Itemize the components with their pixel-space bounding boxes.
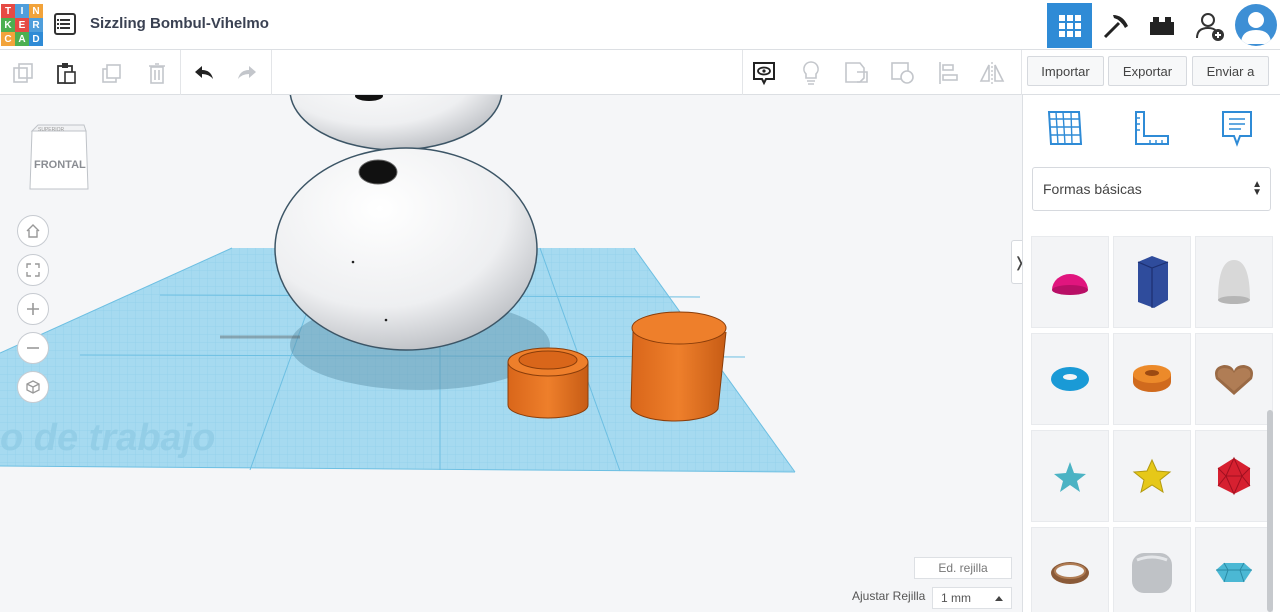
mirror-icon[interactable]	[977, 58, 1007, 88]
shape-tile-tube[interactable]	[1113, 333, 1191, 425]
shape-tile-polygon[interactable]	[1113, 236, 1191, 328]
delete-icon[interactable]	[142, 58, 172, 88]
shape-tile-paraboloid[interactable]	[1195, 236, 1273, 328]
ungroup-icon[interactable]	[888, 58, 918, 88]
logo-letter: C	[1, 32, 15, 46]
design-title[interactable]: Sizzling Bombul-Vihelmo	[90, 15, 269, 32]
orange-cylinder[interactable]	[630, 311, 727, 422]
logo-letter: E	[15, 18, 29, 32]
orange-tube[interactable]	[507, 347, 589, 419]
edit-toolbar: Importar Exportar Enviar a	[0, 50, 1280, 95]
logo-letter: T	[1, 4, 15, 18]
edit-grid-button[interactable]: Ed. rejilla	[914, 557, 1012, 579]
shape-category-value: Formas básicas	[1043, 181, 1142, 197]
notes-panel-icon[interactable]	[1212, 105, 1262, 151]
user-avatar[interactable]	[1235, 4, 1277, 46]
export-button[interactable]: Exportar	[1108, 56, 1187, 86]
shape-tile-icosahedron[interactable]	[1195, 430, 1273, 522]
send-to-button[interactable]: Enviar a	[1192, 56, 1269, 86]
brick-icon[interactable]	[1139, 3, 1184, 48]
svg-text:SUPERIOR: SUPERIOR	[38, 127, 65, 133]
shape-tile-half-sphere[interactable]	[1031, 236, 1109, 328]
snowman-lower-ball	[274, 147, 538, 351]
designs-list-icon[interactable]	[54, 13, 76, 35]
snap-grid-label: Ajustar Rejilla	[852, 589, 926, 603]
ruler-icon[interactable]	[1125, 105, 1175, 151]
workplane-canvas[interactable]: o de trabajo SUPERIOR FRONTAL Ed. rejill…	[0, 95, 1022, 612]
svg-text:FRONTAL: FRONTAL	[34, 159, 86, 171]
panel-scrollbar[interactable]	[1267, 410, 1273, 612]
undo-icon[interactable]	[189, 58, 219, 88]
paste-icon[interactable]	[51, 58, 81, 88]
shape-tile-diamond[interactable]	[1195, 527, 1273, 612]
caret-up-icon	[995, 596, 1003, 601]
workplane-watermark: o de trabajo	[0, 417, 215, 459]
redo-icon[interactable]	[232, 58, 262, 88]
shape-tile-heart[interactable]	[1195, 333, 1273, 425]
top-header: TINKERCAD Sizzling Bombul-Vihelmo	[0, 0, 1280, 50]
zoom-out-icon[interactable]	[17, 332, 49, 364]
group-icon[interactable]	[842, 58, 872, 88]
logo-letter: K	[1, 18, 15, 32]
shape-tile-star[interactable]	[1031, 430, 1109, 522]
snap-grid-value: 1 mm	[941, 591, 971, 605]
logo-letter: R	[29, 18, 43, 32]
snap-grid-select[interactable]: 1 mm	[932, 587, 1012, 609]
updown-caret-icon: ▲ ▼	[1252, 179, 1262, 198]
shape-tile-star-yellow[interactable]	[1113, 430, 1191, 522]
light-bulb-icon[interactable]	[796, 58, 826, 88]
view-cube[interactable]: SUPERIOR FRONTAL	[26, 123, 92, 193]
notes-icon[interactable]	[749, 58, 779, 88]
logo-letter: A	[15, 32, 29, 46]
add-user-icon[interactable]	[1187, 3, 1232, 48]
import-button[interactable]: Importar	[1027, 56, 1104, 86]
grid-view-icon[interactable]	[1047, 3, 1092, 48]
snowman-upper-ball	[289, 95, 503, 151]
workplane-icon[interactable]	[1040, 105, 1090, 151]
shape-tile-torus[interactable]	[1031, 333, 1109, 425]
duplicate-icon[interactable]	[97, 58, 127, 88]
tinkercad-logo[interactable]: TINKERCAD	[1, 4, 43, 46]
pickaxe-icon[interactable]	[1093, 3, 1138, 48]
shapes-panel: Formas básicas ▲ ▼	[1022, 95, 1280, 612]
zoom-in-icon[interactable]	[17, 293, 49, 325]
shape-tile-rounded-box[interactable]	[1113, 527, 1191, 612]
align-icon[interactable]	[933, 58, 963, 88]
fit-view-icon[interactable]	[17, 254, 49, 286]
home-icon[interactable]	[17, 215, 49, 247]
copy-icon[interactable]	[8, 58, 38, 88]
logo-letter: D	[29, 32, 43, 46]
shape-category-select[interactable]: Formas básicas ▲ ▼	[1032, 167, 1271, 211]
logo-letter: N	[29, 4, 43, 18]
shape-tile-ring[interactable]	[1031, 527, 1109, 612]
shape-tiles	[1029, 233, 1273, 612]
logo-letter: I	[15, 4, 29, 18]
perspective-icon[interactable]	[17, 371, 49, 403]
